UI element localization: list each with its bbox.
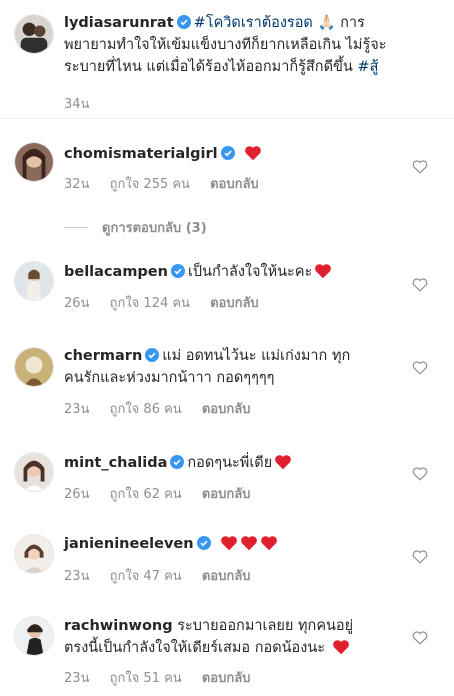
verified-badge-icon: [145, 348, 160, 362]
view-replies-label: ดูการตอบกลับ (3): [102, 221, 207, 236]
red-heart-emoji-icon: [275, 455, 292, 470]
like-heart-icon[interactable]: [412, 466, 428, 481]
avatar[interactable]: [14, 142, 54, 182]
commenter-avatar-image: [15, 348, 53, 386]
comment-likes[interactable]: ถูกใจ 86 คน: [110, 402, 182, 417]
comment-text: ระบายออกมาเลยย ทุกคนอยู่: [177, 618, 354, 634]
comment-username[interactable]: janienineeleven: [64, 536, 194, 552]
caption-line2: พยายามทำใจให้เข้มแข็งบางทีก็ยากเหลือเกิน…: [64, 37, 387, 53]
comment-item: chomismaterialgirl 32น ถูกใจ 255 คน ตอบก…: [0, 118, 454, 213]
comments-screen: lydiasarunrat #โควิดเราต้องรอด 🙏🏻 การ พยา…: [0, 0, 454, 696]
avatar[interactable]: [14, 616, 54, 656]
view-replies-rule: [64, 227, 88, 228]
reply-button[interactable]: ตอบกลับ: [210, 296, 259, 311]
caption-meta: 34น: [64, 93, 105, 114]
reply-button[interactable]: ตอบกลับ: [202, 487, 251, 502]
like-heart-icon[interactable]: [412, 360, 428, 375]
avatar[interactable]: [14, 452, 54, 492]
comment-item: bellacampen เป็นกำลังใจให้นะคะ 26น ถูกใจ …: [0, 245, 454, 335]
like-heart-icon[interactable]: [412, 549, 428, 564]
comment-username[interactable]: chermarn: [64, 348, 142, 364]
comment-username[interactable]: rachwinwong: [64, 618, 173, 634]
comment-username[interactable]: bellacampen: [64, 264, 168, 280]
verified-badge-icon: [220, 146, 235, 160]
commenter-avatar-image: [15, 535, 53, 573]
reply-button[interactable]: ตอบกลับ: [202, 671, 251, 686]
comment-time: 26น: [64, 296, 90, 311]
avatar[interactable]: [14, 347, 54, 387]
comment-time: 32น: [64, 177, 90, 192]
caption-text: lydiasarunrat #โควิดเราต้องรอด 🙏🏻 การ พยา…: [64, 12, 410, 78]
like-heart-icon[interactable]: [412, 630, 428, 645]
comment-item: janienineeleven 23น ถูกใจ 47 คน ตอบกลับ: [0, 525, 454, 607]
red-heart-emoji-icon: [245, 146, 262, 161]
reply-button[interactable]: ตอบกลับ: [202, 402, 251, 417]
reply-button[interactable]: ตอบกลับ: [210, 177, 259, 192]
verified-badge-icon: [196, 536, 211, 550]
verified-badge-icon: [170, 455, 185, 469]
caption-hashtag-2[interactable]: #สู้: [357, 59, 378, 75]
view-replies-button[interactable]: ดูการตอบกลับ (3): [64, 217, 207, 238]
comment-item: mint_chalida กอดๆนะพี่เดีย 26น ถูกใจ 62 ค…: [0, 435, 454, 525]
post-caption: lydiasarunrat #โควิดเราต้องรอด 🙏🏻 การ พยา…: [0, 0, 454, 118]
comment-likes[interactable]: ถูกใจ 255 คน: [110, 177, 190, 192]
like-heart-icon[interactable]: [412, 159, 428, 174]
comment-time: 26น: [64, 487, 90, 502]
comment-likes[interactable]: ถูกใจ 124 คน: [110, 296, 190, 311]
comment-time: 23น: [64, 671, 90, 686]
caption-username[interactable]: lydiasarunrat: [64, 15, 174, 31]
verified-badge-icon: [170, 264, 185, 278]
comment-time: 23น: [64, 402, 90, 417]
comment-text: กอดๆนะพี่เดีย: [187, 455, 273, 471]
comment-text-line2: ตรงนี้เป็นกำลังใจให้เดียร์เสมอ กอดน้องนะ: [64, 640, 326, 656]
commenter-avatar-image: [15, 143, 53, 181]
commenter-avatar-image: [15, 617, 53, 655]
comment-likes[interactable]: ถูกใจ 62 คน: [110, 487, 182, 502]
comment-text-line2: คนรักและห่วงมากน้าาา กอดๆๆๆๆ: [64, 370, 275, 386]
commenter-avatar-image: [15, 453, 53, 491]
like-heart-icon[interactable]: [412, 277, 428, 292]
caption-line1-tail: การ: [340, 15, 365, 31]
comment-likes[interactable]: ถูกใจ 47 คน: [110, 569, 182, 584]
avatar[interactable]: [14, 14, 54, 54]
author-avatar-image: [15, 15, 53, 53]
caption-line3: ระบายที่ไหน แต่เมื่อได้ร้องไห้ออกมาก็รู้…: [64, 59, 353, 75]
verified-badge-icon: [176, 15, 191, 29]
comment-username[interactable]: mint_chalida: [64, 455, 167, 471]
comment-username[interactable]: chomismaterialgirl: [64, 146, 218, 162]
red-heart-emoji-icon: [261, 536, 278, 551]
comment-item: chermarn แม่ อดทนไว้นะ แม่เก่งมาก ทุก คนร…: [0, 335, 454, 435]
comment-text: เป็นกำลังใจให้นะคะ: [187, 264, 313, 280]
red-heart-emoji-icon: [221, 536, 238, 551]
comment-item: rachwinwong ระบายออกมาเลยย ทุกคนอยู่ ตรง…: [0, 607, 454, 696]
comment-time: 23น: [64, 569, 90, 584]
commenter-avatar-image: [15, 262, 53, 300]
pray-emoji: 🙏🏻: [317, 15, 336, 31]
avatar[interactable]: [14, 261, 54, 301]
comment-likes[interactable]: ถูกใจ 51 คน: [110, 671, 182, 686]
caption-time: 34น: [64, 97, 90, 112]
avatar[interactable]: [14, 534, 54, 574]
red-heart-emoji-icon: [315, 264, 332, 279]
red-heart-emoji-icon: [332, 640, 349, 655]
comment-text: แม่ อดทนไว้นะ แม่เก่งมาก ทุก: [162, 348, 351, 364]
reply-button[interactable]: ตอบกลับ: [202, 569, 251, 584]
caption-hashtag[interactable]: #โควิดเราต้องรอด: [194, 15, 313, 31]
red-heart-emoji-icon: [241, 536, 258, 551]
